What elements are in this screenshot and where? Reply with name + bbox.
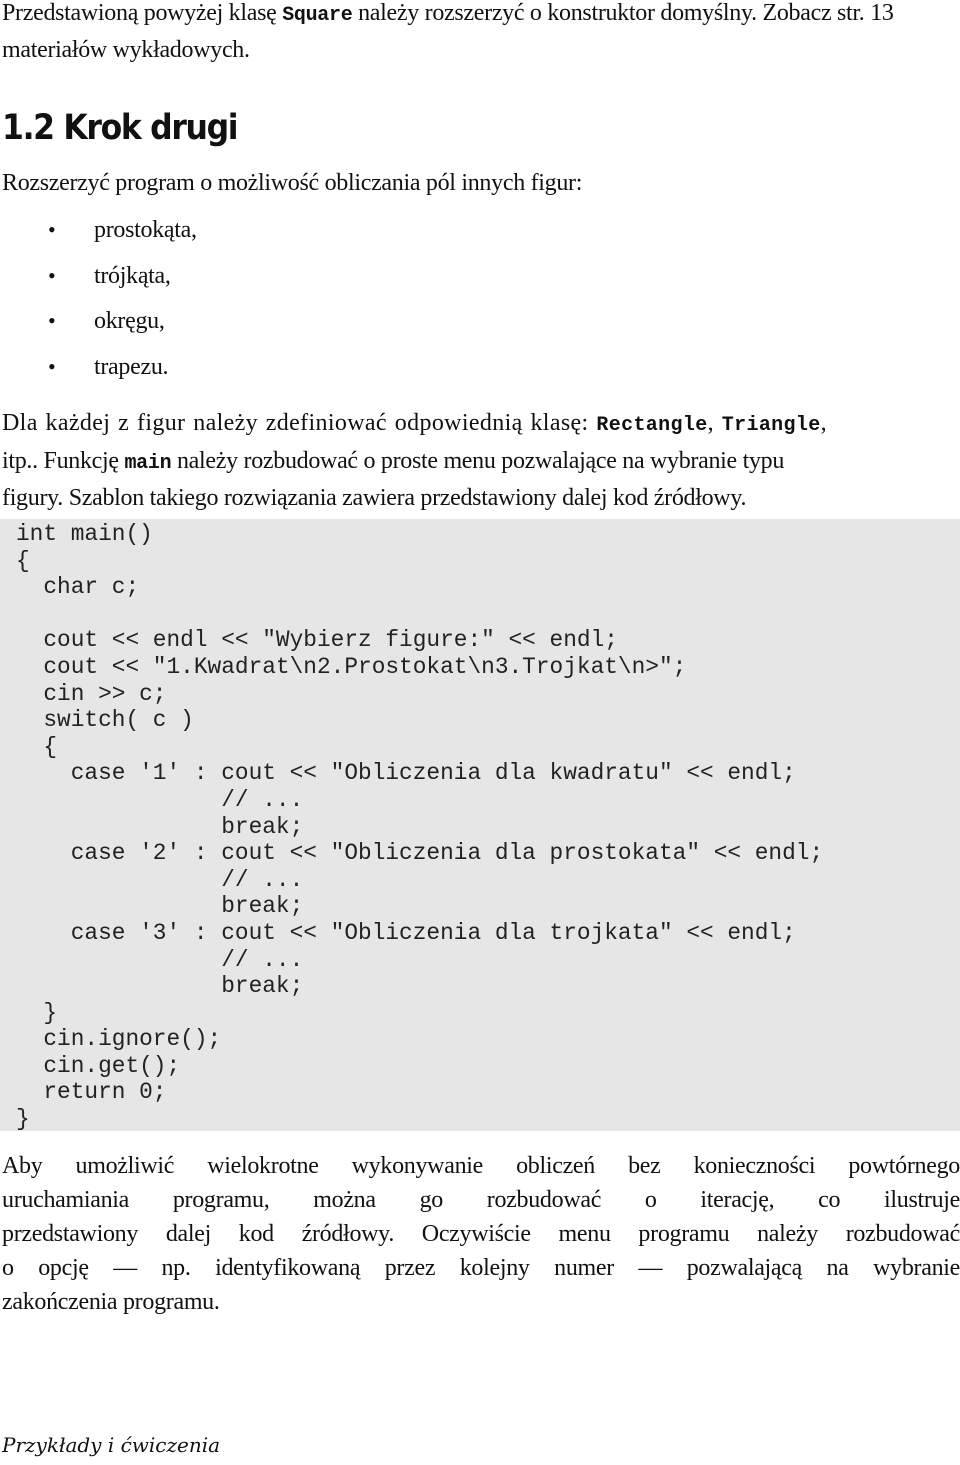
code-line: break; bbox=[221, 973, 304, 1000]
intro-paragraph: Przedstawioną powyżej klasę Square należ… bbox=[2, 0, 960, 67]
section-heading: 1.2 Krok drugi bbox=[2, 108, 239, 148]
code-rectangle-class: Rectangle bbox=[596, 414, 708, 437]
iteration-paragraph: Aby umożliwić wielokrotne wykonywanie ob… bbox=[2, 1149, 960, 1319]
bullet-icon: • bbox=[48, 217, 56, 242]
code-listing: int main() { char c; cout << endl << "Wy… bbox=[0, 519, 960, 1133]
list-item: • trójkąta, bbox=[0, 262, 197, 308]
list-item-text: trójkąta, bbox=[94, 262, 171, 289]
code-line: cin.get(); bbox=[43, 1052, 181, 1079]
list-item-text: prostokąta, bbox=[94, 217, 197, 243]
list-item: • trapezu. bbox=[0, 353, 197, 399]
list-item-text: trapezu. bbox=[94, 353, 169, 380]
code-line: } bbox=[16, 1106, 30, 1133]
code-line: { bbox=[16, 547, 30, 574]
code-line: case '3' : cout << "Obliczenia dla trojk… bbox=[70, 919, 796, 946]
paragraph-line: Aby umożliwić wielokrotne wykonywanie ob… bbox=[2, 1153, 960, 1179]
code-text: int main() { char c; cout << endl << "Wy… bbox=[0, 519, 960, 1133]
code-line: { bbox=[43, 733, 58, 760]
code-main-function: main bbox=[124, 451, 172, 475]
code-line: cout << endl << "Wybierz figure:" << end… bbox=[43, 627, 618, 654]
paragraph-line: o opcję — np. identyfikowaną przez kolej… bbox=[2, 1255, 960, 1281]
task-lead: Rozszerzyć program o możliwość obliczani… bbox=[2, 170, 583, 196]
code-line: case '2' : cout << "Obliczenia dla prost… bbox=[70, 840, 824, 867]
code-square-class: Square bbox=[282, 4, 353, 27]
figure-list: • prostokąta, • trójkąta, • okręgu, • tr… bbox=[0, 216, 197, 398]
list-item: • prostokąta, bbox=[0, 216, 197, 262]
code-line: break; bbox=[221, 893, 304, 920]
classes-line-2: itp.. Funkcję main należy rozbudować o p… bbox=[2, 447, 785, 475]
separator: , bbox=[707, 410, 722, 436]
intro-text-before: Przedstawioną powyżej klasę bbox=[2, 0, 283, 26]
classes-paragraph: Dla każdej z figur należy zdefiniować od… bbox=[2, 406, 960, 516]
code-line: // ... bbox=[221, 786, 304, 813]
paragraph-line: zakończenia programu. bbox=[2, 1289, 220, 1315]
code-line: } bbox=[43, 999, 58, 1026]
code-line: switch( c ) bbox=[43, 707, 194, 734]
page-footer: Przykłady i ćwiczenia bbox=[2, 1433, 221, 1457]
code-line: int main() bbox=[16, 521, 153, 547]
code-line: // ... bbox=[221, 866, 304, 893]
bullet-icon: • bbox=[48, 353, 56, 379]
paragraph-line: uruchamiania programu, można go rozbudow… bbox=[2, 1187, 960, 1213]
bullet-icon: • bbox=[48, 308, 56, 333]
code-line: cin >> c; bbox=[43, 680, 167, 707]
paragraph-line: przedstawiony dalej kod źródłowy. Oczywi… bbox=[2, 1221, 960, 1247]
code-line: case '1' : cout << "Obliczenia dla kwadr… bbox=[70, 760, 796, 787]
code-triangle-class: Triangle bbox=[721, 414, 821, 437]
code-line: cout << "1.Kwadrat\n2.Prostokat\n3.Trojk… bbox=[43, 653, 687, 680]
separator: , bbox=[820, 410, 827, 436]
list-item-text: okręgu, bbox=[94, 308, 165, 334]
code-line: return 0; bbox=[43, 1079, 167, 1106]
classes-line-3: figury. Szablon takiego rozwiązania zawi… bbox=[2, 485, 747, 511]
code-line: cin.ignore(); bbox=[43, 1026, 222, 1053]
classes-text: należy rozbudować o proste menu pozwalaj… bbox=[171, 447, 785, 474]
bullet-icon: • bbox=[48, 262, 56, 288]
classes-text: Dla każdej z figur należy zdefiniować od… bbox=[2, 410, 597, 436]
list-item: • okręgu, bbox=[0, 307, 197, 353]
code-line: break; bbox=[221, 813, 304, 840]
classes-text: itp.. Funkcję bbox=[2, 447, 125, 474]
code-line: // ... bbox=[221, 946, 304, 973]
code-line: char c; bbox=[43, 574, 140, 601]
classes-line-1: Dla każdej z figur należy zdefiniować od… bbox=[2, 406, 960, 444]
